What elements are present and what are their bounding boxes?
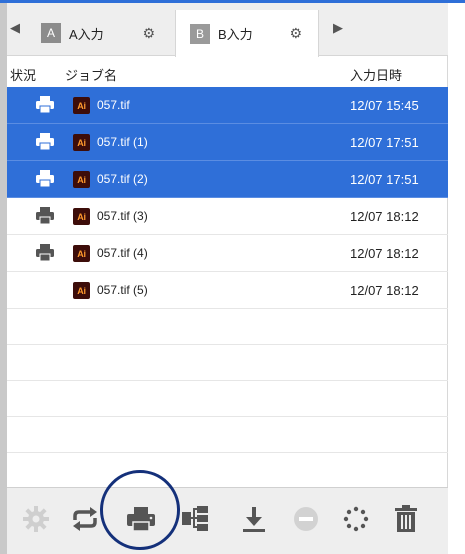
tab-b-label: B入力 <box>218 27 253 42</box>
tree-icon[interactable] <box>179 502 211 536</box>
left-edge <box>0 3 7 554</box>
job-row[interactable]: Ai 057.tif (1) 12/07 17:51 <box>7 124 448 161</box>
job-name: 057.tif (4) <box>97 246 148 260</box>
job-row[interactable]: Ai 057.tif (5) 12/07 18:12 <box>7 272 448 309</box>
job-name: 057.tif (3) <box>97 209 148 223</box>
column-input-date[interactable]: 入力日時 <box>350 65 402 84</box>
gear-icon[interactable] <box>20 502 52 536</box>
job-list: Ai 057.tif 12/07 15:45 Ai 057.tif (1) 12/07 1… <box>7 87 448 489</box>
job-name: 057.tif (2) <box>97 172 148 186</box>
job-date: 12/07 18:12 <box>350 246 419 261</box>
printer-icon <box>35 206 55 226</box>
tab-a-gear-icon[interactable]: ⚙ <box>142 25 155 42</box>
refresh-icon[interactable] <box>69 502 101 536</box>
tab-a-input[interactable]: A A入力 ⚙ <box>33 10 173 56</box>
download-icon[interactable] <box>238 502 270 536</box>
illustrator-file-icon: Ai <box>73 97 90 114</box>
column-status[interactable]: 状況 <box>10 65 36 84</box>
job-panel: ◀ A A入力 ⚙ B B入力 ⚙ ▶ 状況 ジョブ名 入力日時 Ai 057.t… <box>7 3 448 554</box>
empty-row <box>7 417 448 453</box>
tab-b-letter-icon: B <box>190 23 210 44</box>
job-row[interactable]: Ai 057.tif (3) 12/07 18:12 <box>7 198 448 235</box>
illustrator-file-icon: Ai <box>73 208 90 225</box>
tab-a-letter-icon: A <box>41 23 61 43</box>
scroll-right-arrow-icon[interactable]: ▶ <box>333 20 343 36</box>
column-header: 状況 ジョブ名 入力日時 <box>7 57 448 87</box>
empty-row <box>7 345 448 381</box>
empty-row <box>7 309 448 345</box>
illustrator-file-icon: Ai <box>73 245 90 262</box>
job-date: 12/07 18:12 <box>350 283 419 298</box>
job-date: 12/07 17:51 <box>350 135 419 150</box>
job-row[interactable]: Ai 057.tif (2) 12/07 17:51 <box>7 161 448 198</box>
scroll-left-arrow-icon[interactable]: ◀ <box>10 20 20 36</box>
job-name: 057.tif (1) <box>97 135 148 149</box>
spinner-icon[interactable] <box>340 502 372 536</box>
job-name: 057.tif <box>97 98 130 112</box>
job-row[interactable]: Ai 057.tif 12/07 15:45 <box>7 87 448 124</box>
right-blank-area <box>448 3 465 554</box>
trash-icon[interactable] <box>390 502 422 536</box>
printer-icon <box>35 95 55 115</box>
illustrator-file-icon: Ai <box>73 134 90 151</box>
column-job-name[interactable]: ジョブ名 <box>65 65 117 84</box>
tab-a-label: A入力 <box>69 26 104 42</box>
printer-icon <box>35 132 55 152</box>
tab-b-gear-icon[interactable]: ⚙ <box>289 25 302 42</box>
job-row[interactable]: Ai 057.tif (4) 12/07 18:12 <box>7 235 448 272</box>
job-date: 12/07 15:45 <box>350 98 419 113</box>
printer-icon <box>35 243 55 263</box>
bottom-toolbar <box>7 487 448 554</box>
illustrator-file-icon: Ai <box>73 282 90 299</box>
tab-b-input[interactable]: B B入力 ⚙ <box>175 10 319 57</box>
empty-row <box>7 381 448 417</box>
printer-icon <box>35 169 55 189</box>
job-date: 12/07 17:51 <box>350 172 419 187</box>
print-icon[interactable] <box>125 502 157 536</box>
illustrator-file-icon: Ai <box>73 171 90 188</box>
stop-icon[interactable] <box>290 502 322 536</box>
empty-row <box>7 453 448 489</box>
tab-bar: ◀ A A入力 ⚙ B B入力 ⚙ ▶ <box>7 3 448 57</box>
job-name: 057.tif (5) <box>97 283 148 297</box>
job-date: 12/07 18:12 <box>350 209 419 224</box>
